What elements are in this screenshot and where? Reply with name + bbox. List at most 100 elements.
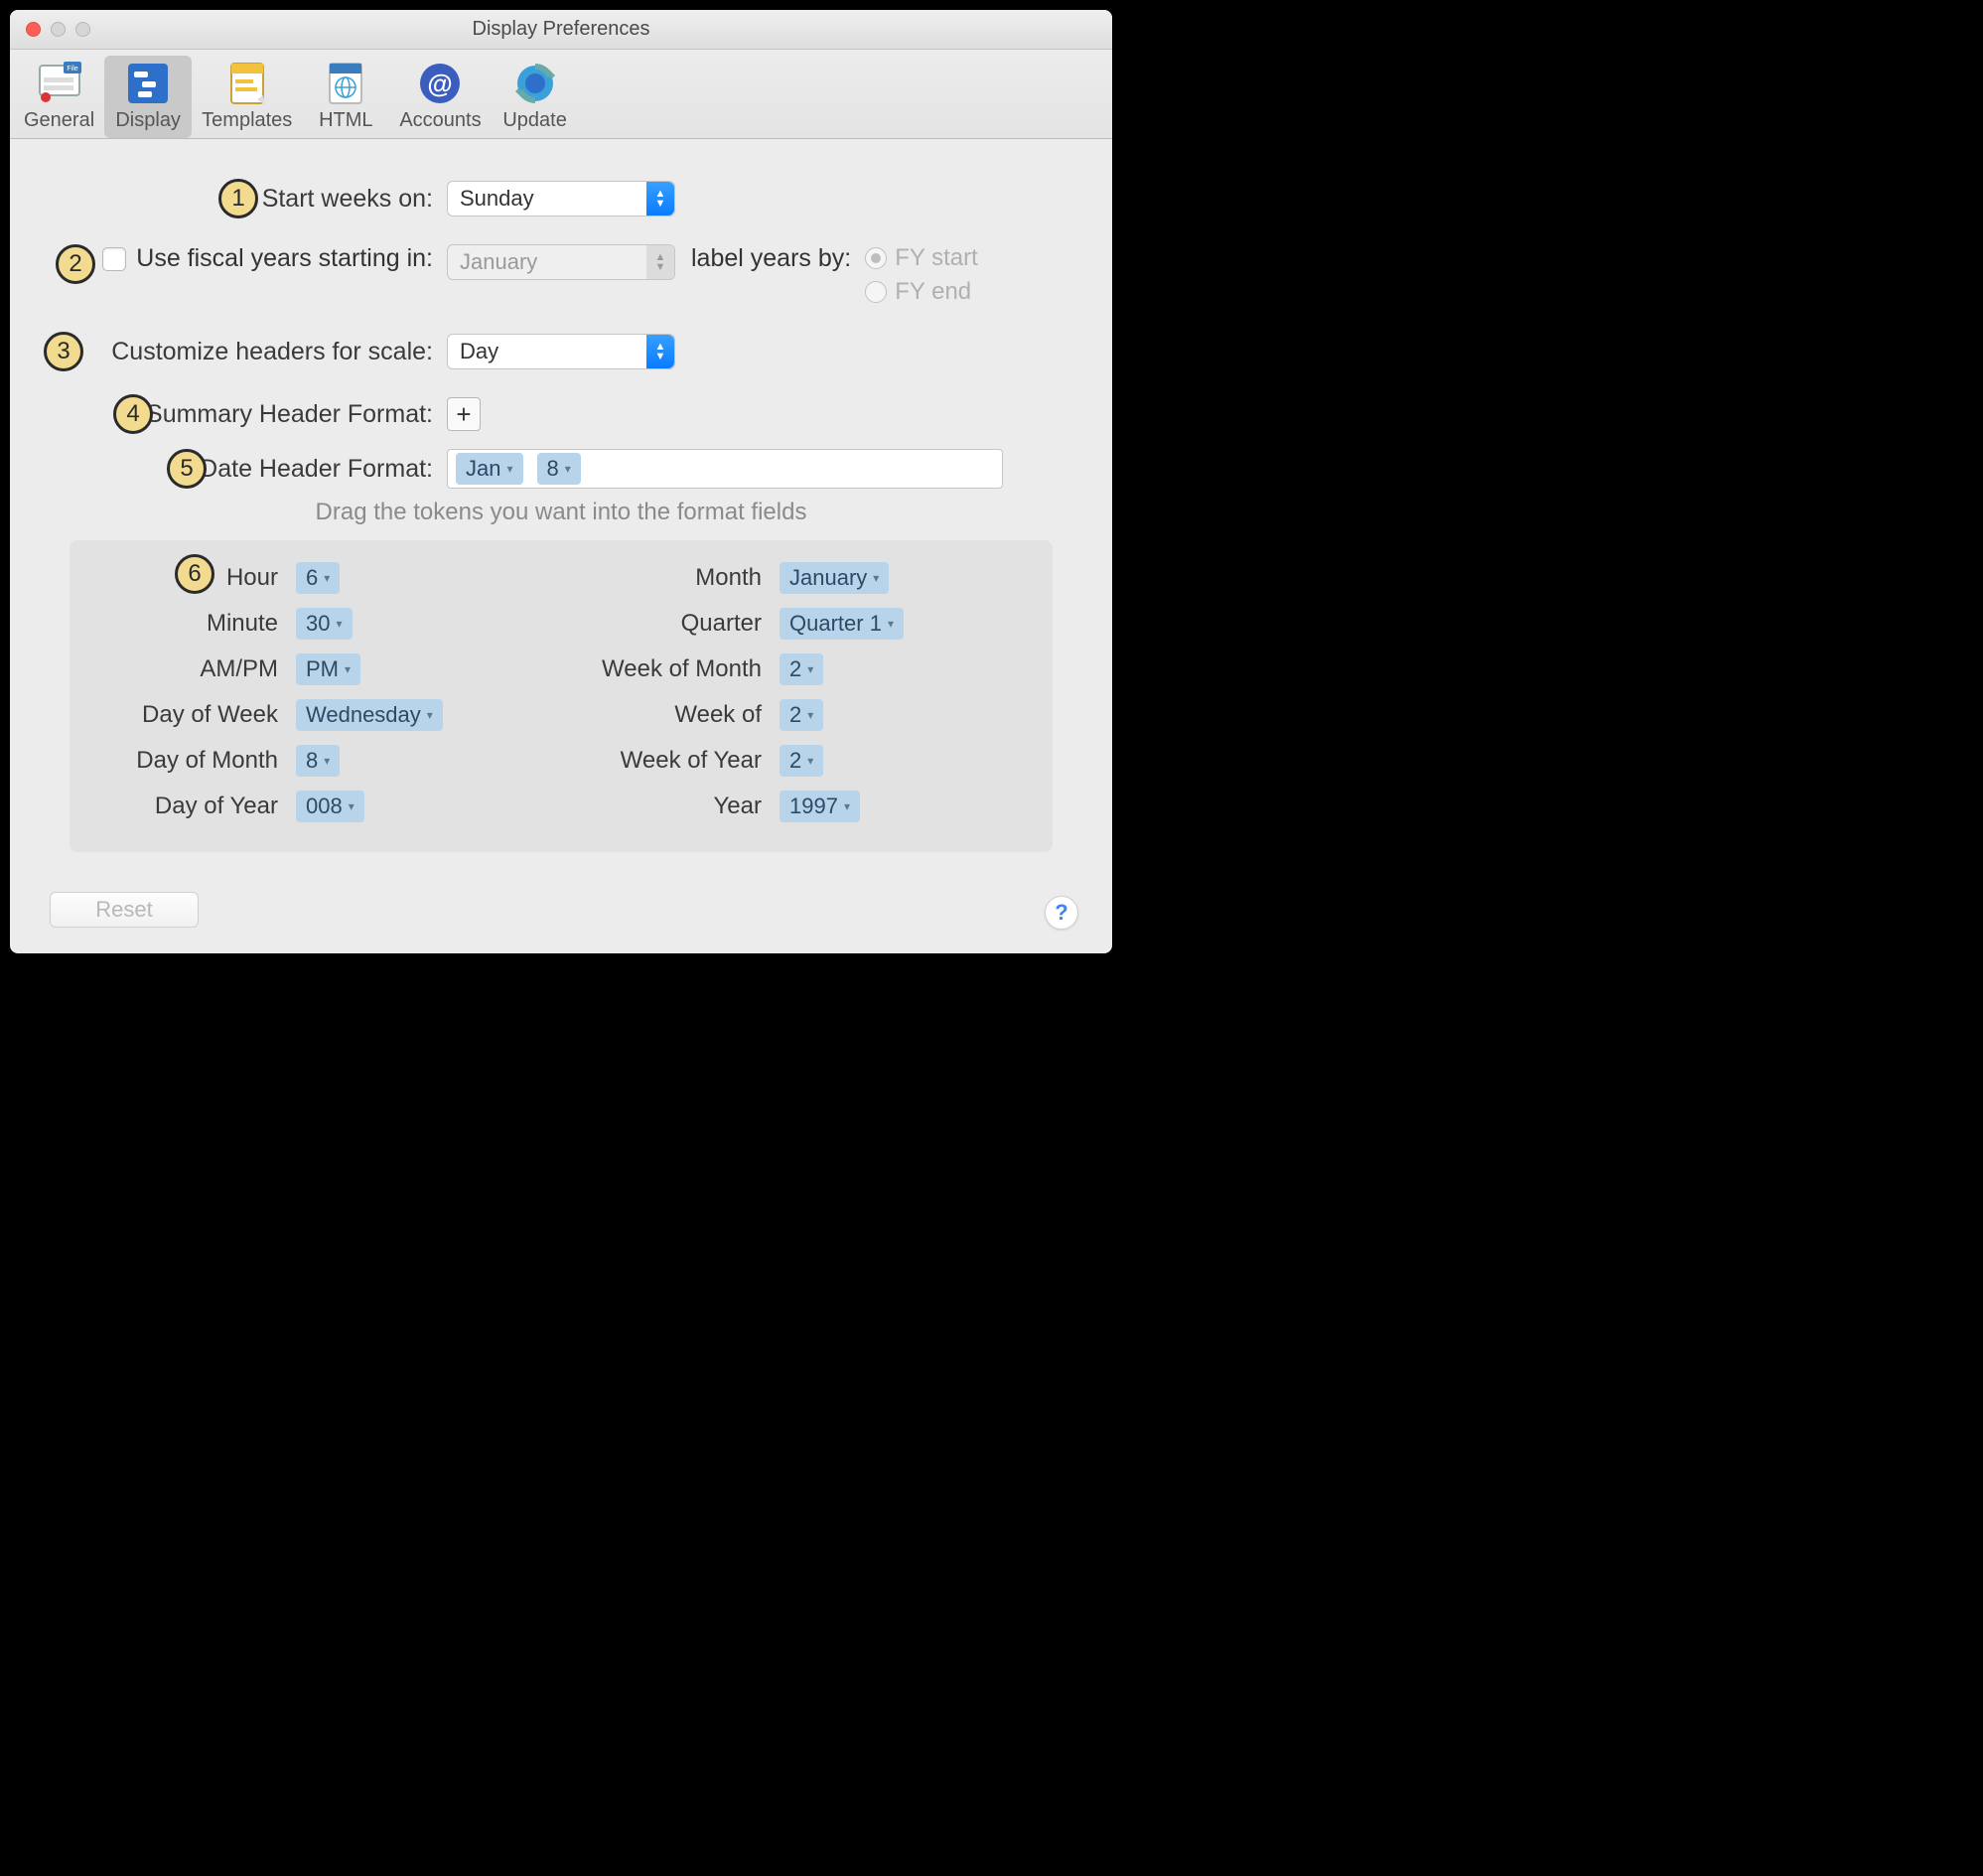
- token-label: Month: [581, 564, 779, 592]
- fy-radio-group: FY start FY end: [865, 244, 978, 306]
- chevron-down-icon: ▾: [336, 617, 342, 631]
- token-year[interactable]: 1997▾: [779, 791, 860, 822]
- chevron-down-icon: ▾: [807, 708, 813, 722]
- chevron-down-icon: ▾: [807, 662, 813, 676]
- titlebar: Display Preferences: [10, 10, 1112, 50]
- tab-accounts[interactable]: @ Accounts: [389, 56, 491, 138]
- chevron-down-icon: ▾: [506, 462, 512, 476]
- token-label: Day of Week: [97, 701, 296, 729]
- reset-button[interactable]: Reset: [50, 892, 199, 928]
- select-value: January: [460, 249, 537, 275]
- token-text: 8: [547, 456, 559, 482]
- tab-label: HTML: [319, 109, 372, 132]
- token-minute[interactable]: 30▾: [296, 608, 353, 640]
- chevron-down-icon: ▾: [844, 799, 850, 813]
- select-stepper-icon: ▲▼: [646, 182, 674, 216]
- callout-5: 5: [167, 449, 207, 489]
- html-icon: [322, 60, 369, 107]
- general-icon: File: [36, 60, 83, 107]
- token-hour[interactable]: 6▾: [296, 562, 340, 594]
- chevron-down-icon: ▾: [349, 799, 354, 813]
- format-token-month[interactable]: Jan ▾: [456, 453, 523, 485]
- scale-select[interactable]: Day ▲▼: [447, 334, 675, 369]
- token-week-of-year[interactable]: 2▾: [779, 745, 823, 777]
- callout-3: 3: [44, 332, 83, 371]
- summary-header-label: Summary Header Format:: [50, 400, 447, 429]
- fy-end-radio[interactable]: [865, 281, 887, 303]
- tab-update[interactable]: Update: [492, 56, 579, 138]
- token-label: Minute: [97, 610, 296, 638]
- token-label: Day of Month: [97, 747, 296, 775]
- summary-header-add-button[interactable]: +: [447, 397, 481, 431]
- token-ampm[interactable]: PM▾: [296, 653, 360, 685]
- help-button[interactable]: ?: [1045, 896, 1078, 930]
- token-day-of-year[interactable]: 008▾: [296, 791, 364, 822]
- token-col-right: MonthJanuary▾ QuarterQuarter 1▾ Week of …: [581, 562, 1025, 822]
- window-title: Display Preferences: [10, 18, 1112, 41]
- window-controls: [10, 22, 90, 37]
- token-label: Day of Year: [97, 793, 296, 820]
- start-weeks-select[interactable]: Sunday ▲▼: [447, 181, 675, 216]
- accounts-icon: @: [416, 60, 464, 107]
- drag-hint: Drag the tokens you want into the format…: [50, 499, 1072, 526]
- chevron-down-icon: ▾: [324, 754, 330, 768]
- select-stepper-icon: ▲▼: [646, 245, 674, 279]
- content-area: 1 Start weeks on: Sunday ▲▼ 2 Use fiscal…: [10, 139, 1112, 953]
- chevron-down-icon: ▾: [888, 617, 894, 631]
- display-icon: [124, 60, 172, 107]
- close-window-button[interactable]: [26, 22, 41, 37]
- tab-display[interactable]: Display: [104, 56, 192, 138]
- tab-label: Accounts: [399, 109, 481, 132]
- zoom-window-button[interactable]: [75, 22, 90, 37]
- tab-general[interactable]: File General: [14, 56, 104, 138]
- tab-templates[interactable]: Templates: [192, 56, 302, 138]
- select-value: Day: [460, 339, 498, 364]
- tab-html[interactable]: HTML: [302, 56, 389, 138]
- tab-label: Update: [502, 109, 567, 132]
- chevron-down-icon: ▾: [565, 462, 571, 476]
- fiscal-year-checkbox[interactable]: [102, 247, 126, 271]
- token-week-of[interactable]: 2▾: [779, 699, 823, 731]
- token-label: AM/PM: [97, 655, 296, 683]
- preferences-toolbar: File General Display: [10, 50, 1112, 139]
- callout-4: 4: [113, 394, 153, 434]
- token-label: Week of Year: [581, 747, 779, 775]
- select-stepper-icon: ▲▼: [646, 335, 674, 368]
- date-header-format-field[interactable]: Jan ▾ 8 ▾: [447, 449, 1003, 489]
- minimize-window-button[interactable]: [51, 22, 66, 37]
- callout-1: 1: [218, 179, 258, 218]
- callout-6: 6: [175, 554, 214, 594]
- tab-label: General: [24, 109, 94, 132]
- token-label: Year: [581, 793, 779, 820]
- fiscal-year-label: Use fiscal years starting in:: [136, 244, 433, 273]
- chevron-down-icon: ▾: [873, 571, 879, 585]
- date-header-label: Date Header Format:: [50, 455, 447, 484]
- token-month[interactable]: January▾: [779, 562, 889, 594]
- update-icon: [511, 60, 559, 107]
- token-label: Week of: [581, 701, 779, 729]
- callout-2: 2: [56, 244, 95, 284]
- preferences-window: Display Preferences File General Display: [10, 10, 1112, 953]
- token-week-of-month[interactable]: 2▾: [779, 653, 823, 685]
- fy-start-label: FY start: [895, 244, 978, 272]
- chevron-down-icon: ▾: [345, 662, 351, 676]
- svg-text:File: File: [67, 66, 77, 72]
- templates-icon: [223, 60, 271, 107]
- token-label: Quarter: [581, 610, 779, 638]
- fiscal-month-select[interactable]: January ▲▼: [447, 244, 675, 280]
- label-years-by-label: label years by:: [691, 244, 851, 273]
- plus-icon: +: [456, 401, 471, 427]
- chevron-down-icon: ▾: [807, 754, 813, 768]
- fy-end-label: FY end: [895, 278, 971, 306]
- chevron-down-icon: ▾: [427, 708, 433, 722]
- token-label: Week of Month: [581, 655, 779, 683]
- token-day-of-week[interactable]: Wednesday▾: [296, 699, 443, 731]
- format-token-day[interactable]: 8 ▾: [537, 453, 581, 485]
- token-day-of-month[interactable]: 8▾: [296, 745, 340, 777]
- token-well: Hour6▾ Minute30▾ AM/PMPM▾ Day of WeekWed…: [70, 540, 1053, 852]
- svg-text:@: @: [428, 69, 453, 98]
- chevron-down-icon: ▾: [324, 571, 330, 585]
- token-quarter[interactable]: Quarter 1▾: [779, 608, 904, 640]
- fy-start-radio[interactable]: [865, 247, 887, 269]
- tab-label: Templates: [202, 109, 292, 132]
